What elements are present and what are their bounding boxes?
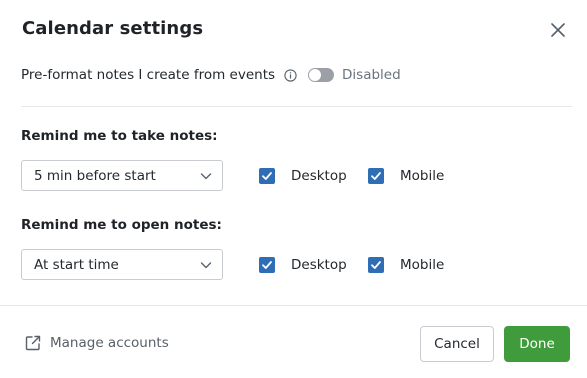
preformat-row: Pre-format notes I create from events Di… bbox=[21, 66, 401, 84]
footer-divider bbox=[0, 305, 587, 306]
remind-open-label: Remind me to open notes: bbox=[21, 217, 222, 233]
external-link-icon bbox=[25, 335, 41, 351]
manage-accounts-link[interactable]: Manage accounts bbox=[24, 334, 169, 352]
remind-open-select-value: At start time bbox=[34, 256, 119, 273]
chevron-down-icon bbox=[200, 262, 212, 269]
check-icon bbox=[371, 172, 381, 180]
remind-take-desktop-checkbox[interactable] bbox=[259, 168, 275, 184]
remind-open-desktop-label: Desktop bbox=[291, 257, 347, 273]
toggle-knob bbox=[309, 69, 322, 81]
remind-take-desktop-label: Desktop bbox=[291, 168, 347, 184]
remind-take-select[interactable]: 5 min before start bbox=[21, 160, 223, 191]
close-button[interactable] bbox=[548, 20, 568, 40]
preformat-toggle-state: Disabled bbox=[342, 67, 401, 83]
manage-accounts-label: Manage accounts bbox=[50, 335, 169, 351]
remind-open-desktop-checkbox[interactable] bbox=[259, 257, 275, 273]
preformat-toggle[interactable] bbox=[308, 68, 335, 82]
check-icon bbox=[262, 172, 272, 180]
remind-take-label: Remind me to take notes: bbox=[21, 128, 218, 144]
check-icon bbox=[371, 261, 381, 269]
info-icon[interactable] bbox=[283, 68, 297, 82]
divider bbox=[21, 106, 572, 107]
done-button[interactable]: Done bbox=[504, 326, 570, 362]
remind-open-mobile-checkbox[interactable] bbox=[368, 257, 384, 273]
dialog-title: Calendar settings bbox=[22, 18, 204, 39]
chevron-down-icon bbox=[200, 173, 212, 180]
cancel-button[interactable]: Cancel bbox=[420, 326, 494, 362]
remind-open-mobile-label: Mobile bbox=[400, 257, 445, 273]
check-icon bbox=[262, 261, 272, 269]
calendar-settings-dialog: Calendar settings Pre-format notes I cre… bbox=[0, 0, 587, 378]
remind-take-mobile-label: Mobile bbox=[400, 168, 445, 184]
close-icon bbox=[551, 23, 565, 37]
remind-take-select-value: 5 min before start bbox=[34, 167, 156, 184]
remind-open-select[interactable]: At start time bbox=[21, 249, 223, 280]
remind-take-mobile-checkbox[interactable] bbox=[368, 168, 384, 184]
preformat-label: Pre-format notes I create from events bbox=[21, 67, 276, 83]
